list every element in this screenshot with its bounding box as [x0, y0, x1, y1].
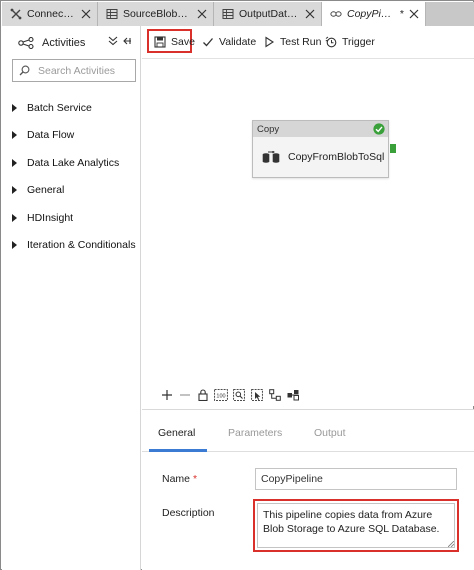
- validate-label: Validate: [219, 36, 257, 48]
- zoom-100-icon[interactable]: 100: [212, 388, 230, 402]
- activities-header: Activities: [18, 35, 85, 51]
- unsaved-indicator: *: [399, 8, 404, 20]
- test-run-button[interactable]: Test Run: [263, 34, 321, 50]
- tab-label: Connections: [27, 8, 76, 20]
- category-label: HDInsight: [27, 211, 74, 224]
- show-lineage-icon[interactable]: [284, 388, 302, 402]
- validate-button[interactable]: Validate: [202, 34, 256, 50]
- category-hdinsight[interactable]: HDInsight: [2, 204, 141, 232]
- tab-output[interactable]: Output: [314, 427, 346, 439]
- svg-text:100: 100: [216, 393, 225, 399]
- connections-icon: [10, 8, 22, 20]
- tab-label: OutputDataset: [239, 8, 300, 20]
- activity-output-port[interactable]: [390, 144, 396, 153]
- category-label: Iteration & Conditionals: [27, 239, 136, 252]
- activity-node-body: CopyFromBlobToSql: [253, 137, 388, 177]
- pipeline-name-input[interactable]: [255, 468, 457, 490]
- success-check-icon: [373, 123, 385, 135]
- tab-copy-pipeline[interactable]: CopyPipeline *: [322, 2, 426, 26]
- dataset-table-icon: [222, 8, 234, 20]
- checkmark-icon: [202, 36, 214, 48]
- name-label-text: Name: [162, 473, 191, 485]
- name-field-label: Name *: [162, 473, 197, 485]
- activities-title: Activities: [42, 37, 86, 49]
- activities-tools: [108, 36, 132, 46]
- tab-label: SourceBlobDat...: [123, 8, 192, 20]
- trigger-label: Trigger: [342, 36, 375, 48]
- caret-right-icon: [12, 213, 17, 222]
- select-cursor-icon[interactable]: [248, 388, 266, 402]
- tab-source-blob-dataset[interactable]: SourceBlobDat...: [98, 2, 214, 26]
- caret-right-icon: [12, 131, 17, 140]
- caret-right-icon: [12, 158, 17, 167]
- resize-grip-icon[interactable]: [448, 541, 454, 547]
- pipeline-description-textarea[interactable]: This pipeline copies data from Azure Blo…: [257, 503, 455, 548]
- play-icon: [263, 36, 275, 48]
- tab-general[interactable]: General: [158, 427, 195, 439]
- close-icon[interactable]: [81, 9, 91, 19]
- description-highlight-box: This pipeline copies data from Azure Blo…: [253, 499, 459, 552]
- close-icon[interactable]: [197, 9, 207, 19]
- close-icon[interactable]: [305, 9, 315, 19]
- pipeline-toolbar: Save Validate Test Run Trigger: [142, 26, 474, 59]
- caret-right-icon: [12, 241, 17, 250]
- test-run-label: Test Run: [280, 36, 322, 48]
- tab-label: CopyPipeline: [347, 8, 397, 20]
- tab-parameters[interactable]: Parameters: [228, 427, 282, 439]
- required-marker: *: [193, 473, 198, 485]
- trigger-button[interactable]: Trigger: [325, 34, 375, 50]
- save-label: Save: [171, 36, 195, 48]
- category-iteration-conditionals[interactable]: Iteration & Conditionals: [2, 232, 141, 260]
- window-frame: Connections SourceBlobDat... OutputDatas…: [0, 0, 474, 570]
- canvas-tools: 100: [158, 388, 302, 402]
- category-batch-service[interactable]: Batch Service: [2, 94, 141, 122]
- category-label: General: [27, 184, 65, 197]
- tab-output-dataset[interactable]: OutputDataset: [214, 2, 322, 26]
- activities-panel: Activities Batch Service Data Flow Data …: [2, 26, 141, 570]
- zoom-out-icon[interactable]: [176, 388, 194, 402]
- caret-right-icon: [12, 186, 17, 195]
- auto-align-icon[interactable]: [266, 388, 284, 402]
- description-field-label: Description: [162, 507, 215, 519]
- category-data-flow[interactable]: Data Flow: [2, 122, 141, 150]
- properties-tabs: General Parameters Output: [142, 410, 474, 452]
- copy-data-icon: [262, 150, 280, 164]
- collapse-panel-icon[interactable]: [122, 36, 132, 46]
- pipeline-icon: [330, 8, 342, 20]
- category-data-lake-analytics[interactable]: Data Lake Analytics: [2, 149, 141, 177]
- save-disk-icon: [154, 36, 166, 48]
- tab-connections[interactable]: Connections: [2, 2, 98, 26]
- save-button[interactable]: Save: [154, 34, 195, 50]
- collapse-all-icon[interactable]: [108, 36, 118, 46]
- category-label: Data Lake Analytics: [27, 156, 120, 169]
- activities-icon: [18, 37, 34, 49]
- close-icon[interactable]: [409, 9, 419, 19]
- activity-name-label: CopyFromBlobToSql: [288, 151, 385, 163]
- pipeline-canvas[interactable]: Copy CopyFromBlobToSql 100: [142, 59, 474, 406]
- active-tab-indicator: [149, 449, 207, 452]
- search-input[interactable]: [38, 64, 128, 77]
- zoom-in-icon[interactable]: [158, 388, 176, 402]
- lock-icon[interactable]: [194, 388, 212, 402]
- trigger-clock-icon: [325, 36, 337, 48]
- activity-node-header: Copy: [253, 121, 388, 137]
- tab-strip: Connections SourceBlobDat... OutputDatas…: [2, 2, 474, 26]
- properties-panel: General Parameters Output Name* Descript…: [142, 409, 474, 570]
- copy-activity-node[interactable]: Copy CopyFromBlobToSql: [252, 120, 389, 178]
- category-label: Batch Service: [27, 101, 92, 114]
- category-general[interactable]: General: [2, 177, 141, 205]
- category-label: Data Flow: [27, 129, 75, 142]
- zoom-fit-icon[interactable]: [230, 388, 248, 402]
- activity-category-list: Batch Service Data Flow Data Lake Analyt…: [2, 94, 141, 259]
- dataset-table-icon: [106, 8, 118, 20]
- search-icon: [19, 65, 30, 76]
- activity-type-label: Copy: [257, 123, 280, 135]
- search-activities-box[interactable]: [12, 59, 136, 82]
- caret-right-icon: [12, 103, 17, 112]
